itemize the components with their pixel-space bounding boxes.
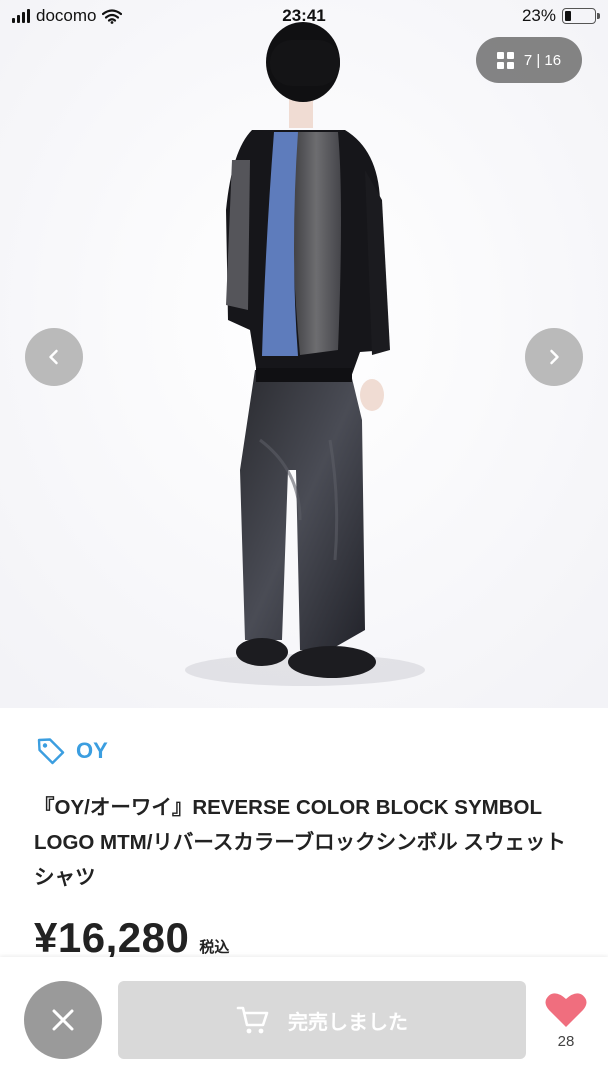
grid-icon	[496, 51, 514, 69]
next-image-button[interactable]	[525, 328, 583, 386]
sold-out-label: 完売しました	[288, 1011, 408, 1034]
battery-percent: 23%	[521, 6, 556, 25]
product-photo	[0, 0, 608, 708]
price-block: ¥16,280 税込	[34, 914, 229, 962]
status-bar-right: 23%	[521, 6, 600, 26]
battery-icon	[562, 8, 600, 24]
heart-icon	[545, 993, 587, 1027]
brand-name: OY	[76, 738, 108, 763]
status-bar: docomo 23:41 23%	[0, 0, 608, 34]
tag-icon	[37, 738, 65, 765]
close-button[interactable]	[24, 981, 102, 1059]
like-button[interactable]: 28	[540, 991, 592, 1050]
image-counter-badge[interactable]: 7 | 16	[476, 37, 582, 83]
close-icon	[52, 1009, 74, 1031]
chevron-left-icon	[49, 349, 58, 365]
bottom-action-bar: 完売しました 28	[0, 957, 608, 1080]
cart-icon	[236, 1006, 269, 1034]
product-price: ¥16,280	[34, 914, 190, 961]
clock: 23:41	[282, 6, 326, 25]
image-counter-text: 7 | 16	[523, 51, 562, 69]
like-count: 28	[557, 1033, 575, 1050]
sold-out-button[interactable]: 完売しました	[118, 981, 526, 1059]
product-image-gallery[interactable]: 7 | 16	[0, 0, 608, 708]
brand-link[interactable]: OY	[36, 736, 108, 766]
tax-label: 税込	[199, 939, 230, 956]
chevron-right-icon	[550, 349, 559, 365]
previous-image-button[interactable]	[25, 328, 83, 386]
product-title: 『OY/オーワイ』REVERSE COLOR BLOCK SYMBOL LOGO…	[34, 796, 566, 889]
